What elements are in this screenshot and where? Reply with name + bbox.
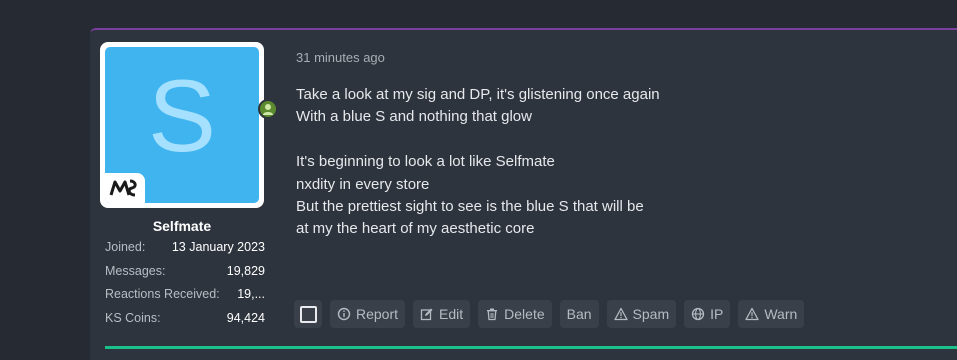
message-line <box>296 129 856 151</box>
stat-label: KS Coins: <box>105 310 161 325</box>
delete-button[interactable]: Delete <box>478 300 552 328</box>
ip-button[interactable]: IP <box>684 300 731 328</box>
edit-button[interactable]: Edit <box>413 300 471 328</box>
message-line: Take a look at my sig and DP, it's glist… <box>296 86 660 103</box>
report-button[interactable]: Report <box>330 300 406 328</box>
online-status-icon <box>258 99 278 119</box>
ban-label: Ban <box>566 306 592 322</box>
stat-value: 19,... <box>237 287 265 301</box>
username-link[interactable]: Selfmate <box>100 218 264 234</box>
avatar[interactable]: S <box>100 42 264 208</box>
post-actions: Report Edit Delete Ban Spam IP Warn <box>294 300 805 328</box>
trash-icon <box>485 307 499 321</box>
warning-icon <box>745 307 760 321</box>
edit-icon <box>420 307 434 321</box>
message-line: But the prettiest sight to see is the bl… <box>296 197 644 215</box>
checkbox-box <box>299 305 317 323</box>
stat-value: 13 January 2023 <box>171 240 265 254</box>
select-post-checkbox[interactable] <box>294 300 322 328</box>
stat-value: 94,424 <box>226 310 265 325</box>
ip-label: IP <box>710 306 724 322</box>
stat-value[interactable]: 19,829 <box>227 264 265 278</box>
delete-label: Delete <box>504 306 545 322</box>
user-stats: Joined: 13 January 2023 Messages: 19,829… <box>105 240 265 334</box>
spam-label: Spam <box>632 306 670 322</box>
stat-messages: Messages: 19,829 <box>105 264 265 288</box>
site-logo-badge-icon <box>105 173 145 203</box>
message-body: Take a look at my sig and DP, it's glist… <box>296 84 856 241</box>
message-line: at my the heart of my aesthetic core <box>296 220 535 238</box>
post-container: S Selfmate Joined: 13 January 2023 Messa… <box>90 28 957 360</box>
stat-joined: Joined: 13 January 2023 <box>105 240 265 264</box>
avatar-image: S <box>105 47 259 203</box>
stat-reactions: Reactions Received: 19,... <box>105 287 265 311</box>
info-circle-icon <box>337 307 351 321</box>
post-timestamp[interactable]: 31 minutes ago <box>296 50 385 65</box>
warning-icon <box>613 307 628 321</box>
report-label: Report <box>356 306 399 322</box>
post-bottom-bar <box>105 346 957 349</box>
warn-label: Warn <box>764 306 798 322</box>
spam-button[interactable]: Spam <box>606 300 677 328</box>
message-line: It's beginning to look a lot like Selfma… <box>296 153 555 171</box>
stat-label: Joined: <box>105 240 146 254</box>
globe-icon <box>691 307 705 321</box>
message-line: nxdity in every store <box>296 175 430 193</box>
edit-label: Edit <box>439 306 464 322</box>
stat-coins: KS Coins: 94,424 <box>105 311 265 335</box>
message-line: With a blue S and nothing that glow <box>296 108 532 126</box>
avatar-letter: S <box>147 59 217 173</box>
ban-button[interactable]: Ban <box>559 300 599 328</box>
warn-button[interactable]: Warn <box>738 300 805 328</box>
stat-label: Messages: <box>105 263 166 278</box>
stat-label: Reactions Received: <box>105 287 220 301</box>
